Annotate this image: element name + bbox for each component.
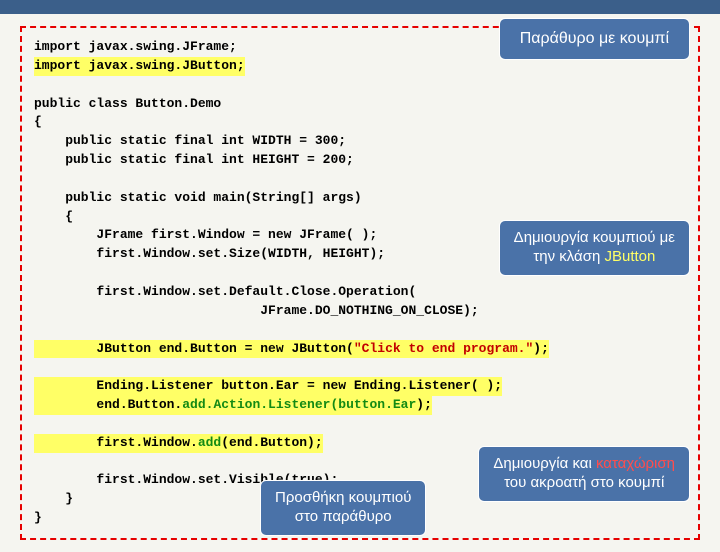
code-text: ); bbox=[533, 341, 549, 356]
code-line: public static void main(String[] args) bbox=[34, 189, 362, 208]
callout-add: Προσθήκη κουμπιού στο παράθυρο bbox=[260, 480, 426, 536]
code-line: import javax.swing.JFrame; bbox=[34, 38, 237, 57]
callout-em: καταχώριση bbox=[596, 455, 675, 472]
code-line-highlight: Ending.Listener button.Ear = new Ending.… bbox=[34, 377, 502, 396]
code-text: ); bbox=[416, 397, 432, 412]
code-line: public static final int WIDTH = 300; bbox=[34, 132, 346, 151]
callout-text: στο παράθυρο bbox=[295, 508, 392, 525]
slide-topbar bbox=[0, 0, 720, 14]
code-line: { bbox=[34, 113, 42, 132]
callout-text: Δημιουργία και bbox=[493, 455, 596, 472]
code-line: first.Window.set.Default.Close.Operation… bbox=[34, 283, 416, 302]
code-text: JButton end.Button = new JButton( bbox=[34, 341, 354, 356]
code-line-highlight: first.Window.add(end.Button); bbox=[34, 434, 323, 453]
code-line-highlight: end.Button.add.Action.Listener(button.Ea… bbox=[34, 396, 432, 415]
code-text: first.Window. bbox=[34, 435, 198, 450]
callout-title: Παράθυρο με κουμπί bbox=[499, 18, 690, 60]
callout-text: την κλάση bbox=[533, 248, 604, 265]
code-line: public class Button.Demo bbox=[34, 95, 221, 114]
code-line: first.Window.set.Size(WIDTH, HEIGHT); bbox=[34, 245, 385, 264]
callout-listener: Δημιουργία και καταχώριση του ακροατή στ… bbox=[478, 446, 690, 502]
code-line: } bbox=[34, 509, 42, 528]
code-line-highlight: JButton end.Button = new JButton("Click … bbox=[34, 340, 549, 359]
code-string: "Click to end program." bbox=[354, 341, 533, 356]
callout-text: Προσθήκη κουμπιού bbox=[275, 489, 411, 506]
callout-em: JButton bbox=[604, 248, 655, 265]
code-method: add bbox=[198, 435, 221, 450]
code-line: public static final int HEIGHT = 200; bbox=[34, 151, 354, 170]
code-line: { bbox=[34, 208, 73, 227]
code-text: (end.Button); bbox=[221, 435, 322, 450]
code-line: JFrame.DO_NOTHING_ON_CLOSE); bbox=[34, 302, 479, 321]
callout-text: του ακροατή στο κουμπί bbox=[504, 474, 664, 491]
code-method: add.Action.Listener( bbox=[182, 397, 338, 412]
code-line-highlight: import javax.swing.JButton; bbox=[34, 57, 245, 76]
code-text: end.Button. bbox=[34, 397, 182, 412]
code-line: } bbox=[34, 490, 73, 509]
code-arg: button.Ear bbox=[338, 397, 416, 412]
callout-jbutton: Δημιουργία κουμπιού με την κλάση JButton bbox=[499, 220, 690, 276]
callout-text: Δημιουργία κουμπιού με bbox=[514, 229, 675, 246]
code-line: JFrame first.Window = new JFrame( ); bbox=[34, 226, 377, 245]
callout-text: Παράθυρο με κουμπί bbox=[520, 30, 669, 47]
